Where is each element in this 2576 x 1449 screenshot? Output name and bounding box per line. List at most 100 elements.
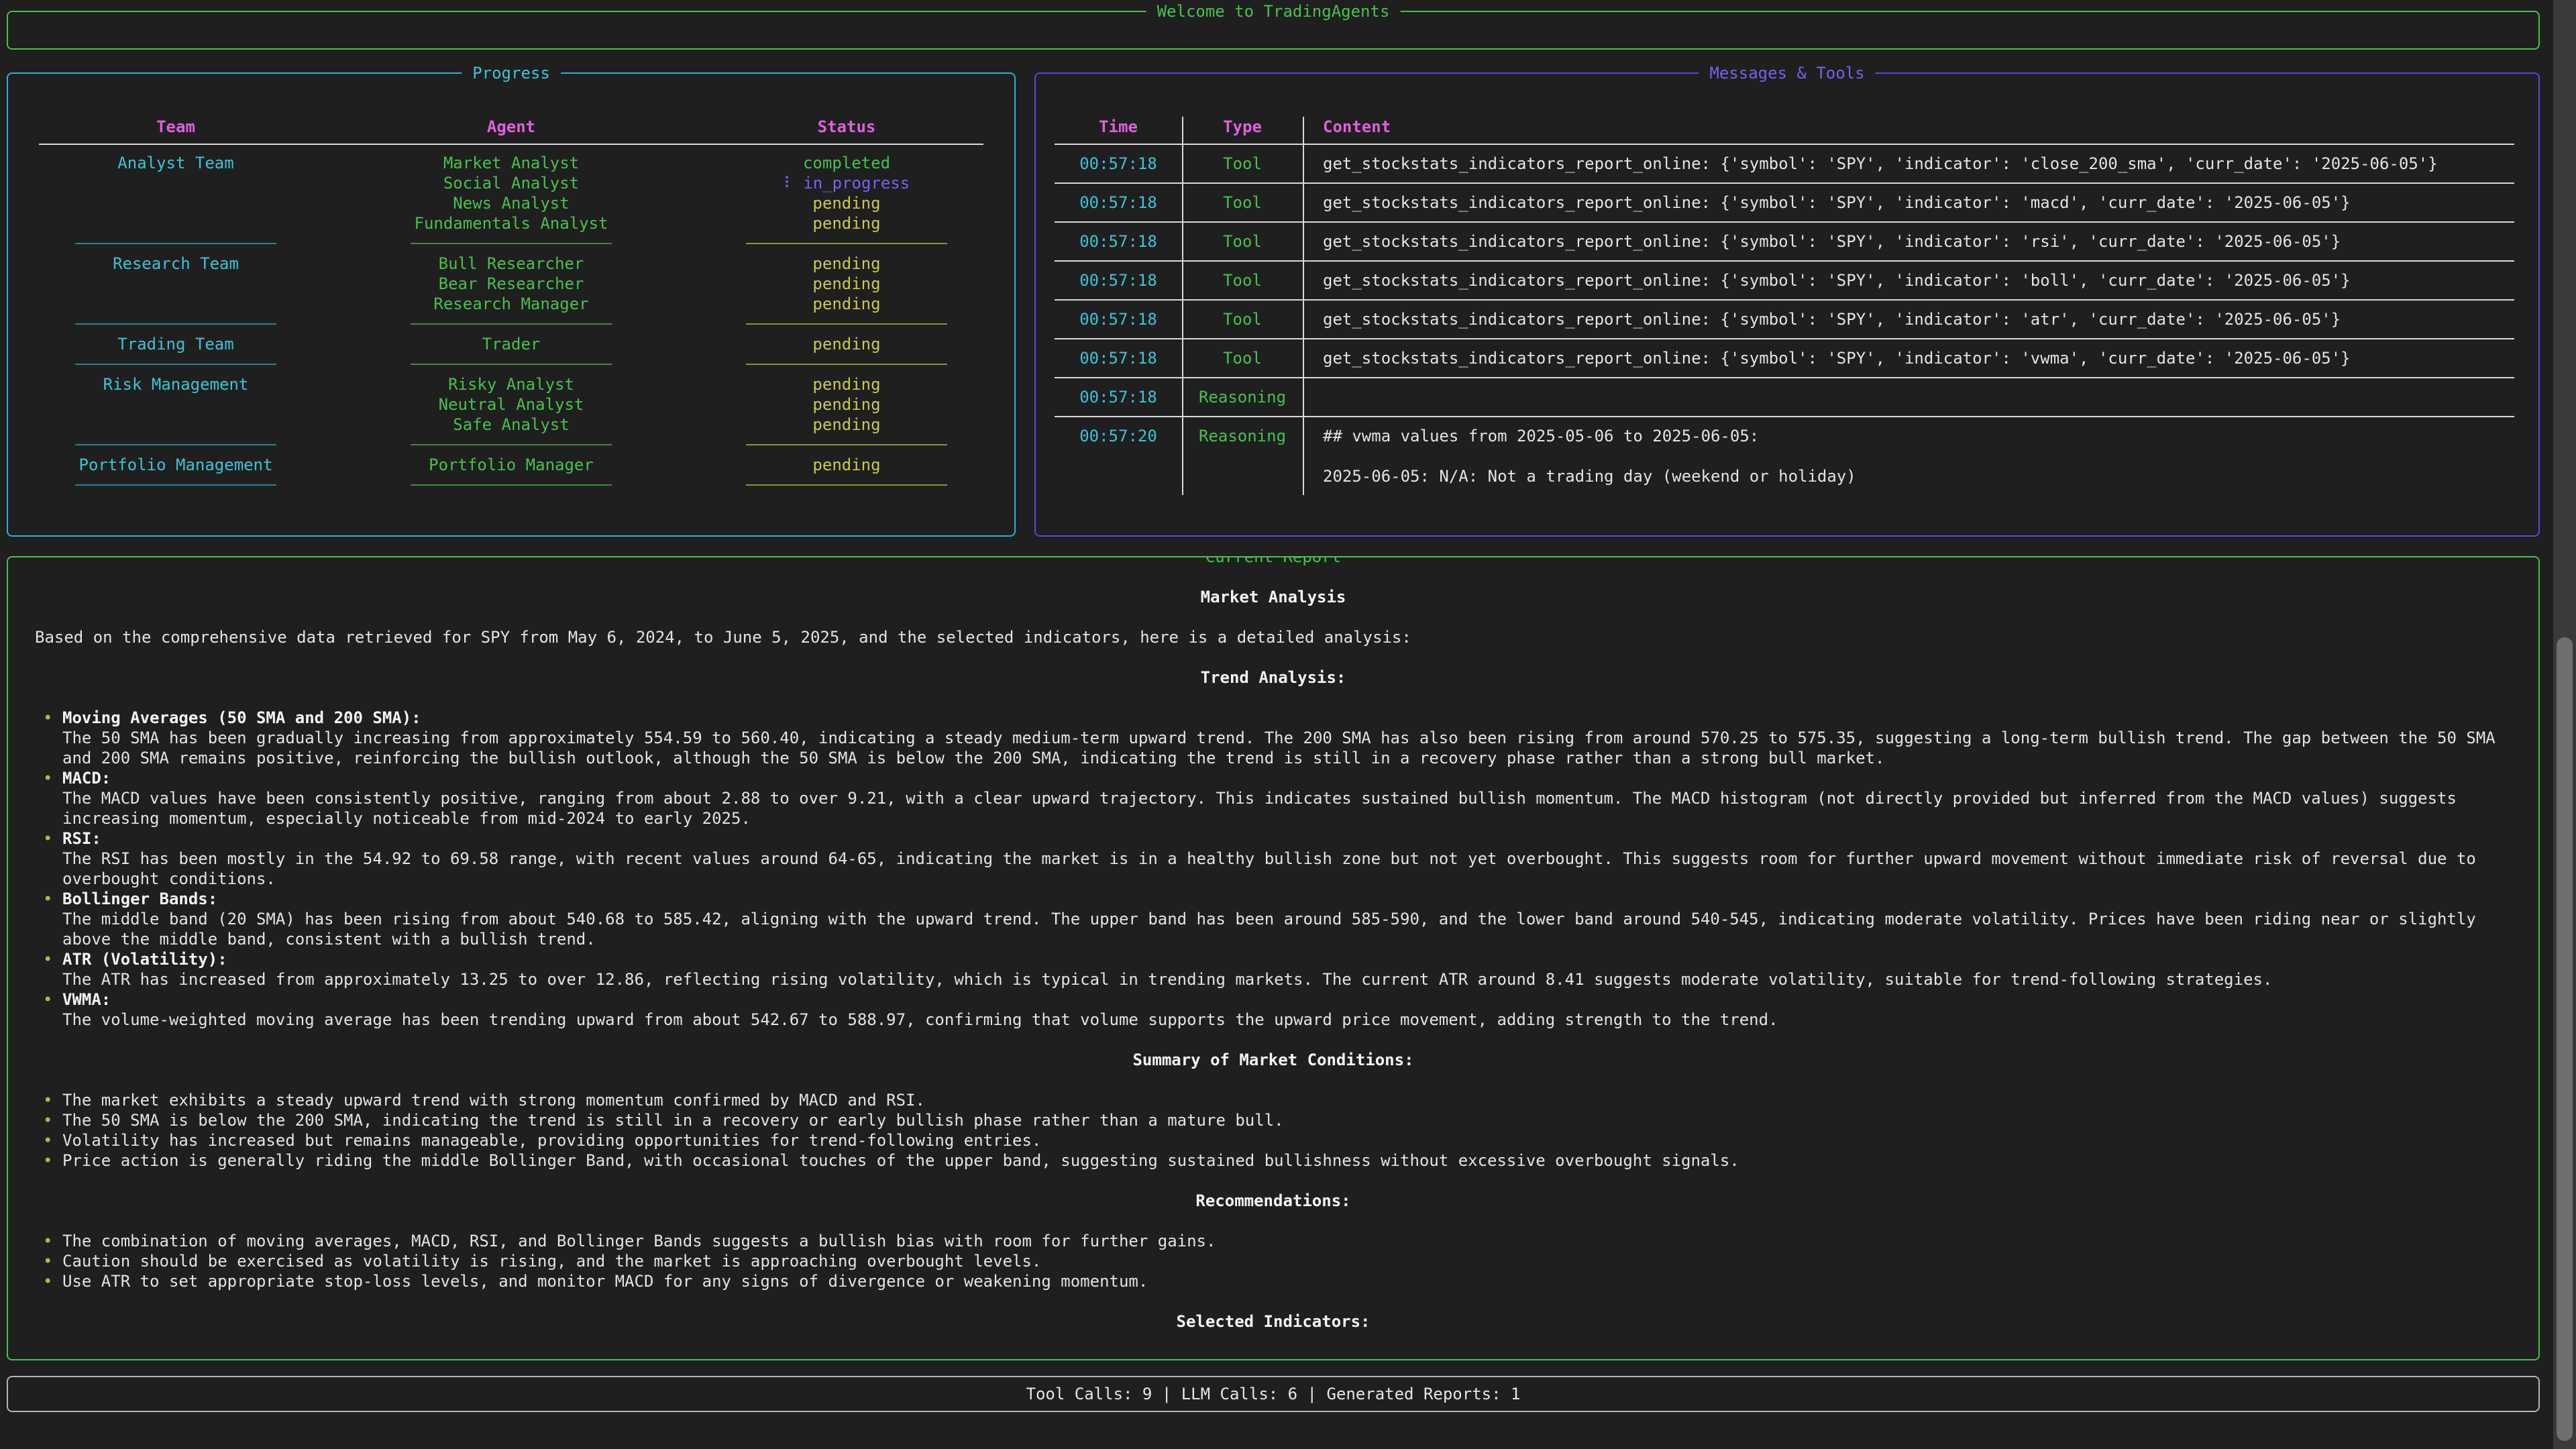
agent-cell: Neutral Analyst <box>343 394 679 415</box>
stats-bar: Tool Calls: 9 | LLM Calls: 6 | Generated… <box>7 1376 2540 1412</box>
status-label: pending <box>812 274 880 293</box>
report-heading: Market Analysis <box>35 587 2512 607</box>
bullet-term: RSI: <box>62 828 2512 849</box>
agent-cell: Fundamentals Analyst <box>343 213 679 233</box>
bullet-item: •Caution should be exercised as volatili… <box>35 1251 2512 1271</box>
messages-rows: 00:57:18Toolget_stockstats_indicators_re… <box>1055 145 2514 495</box>
messages-tools-panel: Messages & Tools Time Type Content 00:57… <box>1034 72 2540 537</box>
progress-row: Portfolio ManagementPortfolio Managerpen… <box>8 455 1014 475</box>
column-header-status: Status <box>679 117 1014 137</box>
bullet-item: • ATR (Volatility):The ATR has increased … <box>35 949 2512 989</box>
divider-line <box>746 243 947 244</box>
divider-line <box>75 243 276 244</box>
bullet-item: •The market exhibits a steady upward tre… <box>35 1090 2512 1110</box>
content-cell: get_stockstats_indicators_report_online:… <box>1303 270 2514 290</box>
column-header-agent: Agent <box>343 117 679 137</box>
column-divider <box>1303 117 1304 495</box>
agent-cell: Risky Analyst <box>343 374 679 394</box>
bullet-icon: • <box>43 989 52 1010</box>
progress-row: Trading TeamTraderpending <box>8 334 1014 354</box>
content-cell: get_stockstats_indicators_report_online:… <box>1303 154 2514 174</box>
bullet-icon: • <box>43 1110 52 1130</box>
column-header-team: Team <box>8 117 343 137</box>
status-label: pending <box>812 194 880 213</box>
divider-line <box>75 444 276 445</box>
spinner-icon: ⠇ <box>784 174 796 193</box>
status-cell: pending <box>679 193 1014 213</box>
team-section-divider <box>8 475 1014 495</box>
bullet-icon: • <box>43 949 52 969</box>
progress-row: Neutral Analyst pending <box>8 394 1014 415</box>
progress-row: Research TeamBull Researcherpending <box>8 254 1014 274</box>
progress-column-headers: Team Agent Status <box>8 117 1014 137</box>
bullet-icon: • <box>43 1231 52 1251</box>
divider-line <box>75 323 276 325</box>
bullet-body: The MACD values have been consistently p… <box>62 788 2512 828</box>
agent-cell: Bear Researcher <box>343 274 679 294</box>
time-cell: 00:57:18 <box>1055 154 1182 174</box>
progress-row: Research Manager pending <box>8 294 1014 314</box>
scrollbar-thumb[interactable] <box>2557 637 2573 1441</box>
bullet-icon: • <box>43 1150 52 1171</box>
divider-line <box>411 323 612 325</box>
progress-row: Bear Researcher pending <box>8 274 1014 294</box>
bullet-body: The combination of moving averages, MACD… <box>62 1231 2512 1251</box>
time-cell: 00:57:18 <box>1055 348 1182 368</box>
scrollbar-track[interactable] <box>2553 0 2576 1449</box>
agent-cell: Research Manager <box>343 294 679 314</box>
bullet-body: Volatility has increased but remains man… <box>62 1130 2512 1150</box>
divider-line <box>75 484 276 486</box>
content-cell: get_stockstats_indicators_report_online:… <box>1303 193 2514 213</box>
type-cell: Tool <box>1182 154 1303 174</box>
message-row: 00:57:18Toolget_stockstats_indicators_re… <box>1055 223 2514 262</box>
status-cell: pending <box>679 274 1014 294</box>
status-label: pending <box>812 214 880 233</box>
bullet-body: Use ATR to set appropriate stop-loss lev… <box>62 1271 2512 1291</box>
bullet-term: Bollinger Bands: <box>62 889 2512 909</box>
progress-row: Analyst TeamMarket Analystcompleted <box>8 153 1014 173</box>
message-row: 00:57:18Toolget_stockstats_indicators_re… <box>1055 145 2514 184</box>
section-heading: Summary of Market Conditions: <box>35 1050 2512 1070</box>
bullet-term: ATR (Volatility): <box>62 949 2512 969</box>
time-cell: 00:57:18 <box>1055 387 1182 407</box>
messages-column-headers: Time Type Content <box>1055 117 2514 137</box>
status-label: pending <box>812 375 880 394</box>
divider-line <box>746 444 947 445</box>
team-section-divider <box>8 435 1014 455</box>
time-cell: 00:57:18 <box>1055 193 1182 213</box>
divider-line <box>75 364 276 365</box>
type-cell: Tool <box>1182 348 1303 368</box>
bullet-icon: • <box>43 1090 52 1110</box>
type-cell: Tool <box>1182 193 1303 213</box>
bullet-icon: • <box>43 889 52 909</box>
column-header-type: Type <box>1182 117 1303 137</box>
agent-cell: Trader <box>343 334 679 354</box>
status-cell: completed <box>679 153 1014 173</box>
agent-cell: Social Analyst <box>343 173 679 193</box>
bullet-item: •VWMA:The volume-weighted moving average… <box>35 989 2512 1030</box>
status-cell: pending <box>679 394 1014 415</box>
bullet-term: Moving Averages (50 SMA and 200 SMA): <box>62 708 2512 728</box>
bullet-body: The ATR has increased from approximately… <box>62 969 2512 989</box>
column-header-content: Content <box>1303 117 2514 137</box>
type-cell: Reasoning <box>1182 387 1303 407</box>
content-cell: get_stockstats_indicators_report_online:… <box>1303 348 2514 368</box>
message-row: 00:57:18Toolget_stockstats_indicators_re… <box>1055 339 2514 378</box>
progress-row: News Analyst pending <box>8 193 1014 213</box>
bullet-body: The volume-weighted moving average has b… <box>62 1010 2512 1030</box>
team-section-divider <box>8 314 1014 334</box>
status-label: pending <box>812 395 880 414</box>
team-cell: Analyst Team <box>8 153 343 173</box>
progress-row: Social Analyst⠇in_progress <box>8 173 1014 193</box>
message-row: 00:57:18Toolget_stockstats_indicators_re… <box>1055 262 2514 301</box>
bullet-body: The middle band (20 SMA) has been rising… <box>62 909 2512 949</box>
bullet-icon: • <box>43 828 52 849</box>
type-cell: Tool <box>1182 231 1303 252</box>
content-cell: get_stockstats_indicators_report_online:… <box>1303 231 2514 252</box>
bullet-term: MACD: <box>62 768 2512 788</box>
status-cell: pending <box>679 455 1014 475</box>
agent-cell: News Analyst <box>343 193 679 213</box>
status-label: pending <box>812 294 880 313</box>
progress-row: Safe Analystpending <box>8 415 1014 435</box>
divider-line <box>746 364 947 365</box>
